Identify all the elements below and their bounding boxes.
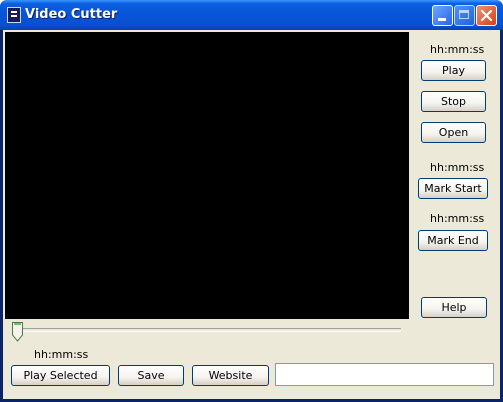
app-window: Video Cutter hh:mm:ss Play Stop Open hh:… bbox=[0, 0, 503, 402]
website-button[interactable]: Website bbox=[192, 365, 269, 386]
play-time-label: hh:mm:ss bbox=[430, 43, 485, 56]
position-time-label: hh:mm:ss bbox=[34, 348, 89, 361]
end-time-label: hh:mm:ss bbox=[430, 212, 485, 225]
video-display[interactable] bbox=[5, 32, 409, 319]
open-button[interactable]: Open bbox=[421, 122, 486, 143]
save-button[interactable]: Save bbox=[118, 365, 184, 386]
seek-thumb[interactable] bbox=[12, 322, 23, 342]
close-button[interactable] bbox=[476, 5, 497, 26]
help-button[interactable]: Help bbox=[421, 297, 487, 318]
mark-start-button[interactable]: Mark Start bbox=[418, 178, 488, 199]
start-time-label: hh:mm:ss bbox=[430, 161, 485, 174]
window-title: Video Cutter bbox=[25, 7, 118, 22]
minimize-button[interactable] bbox=[432, 5, 453, 26]
play-button[interactable]: Play bbox=[421, 60, 486, 81]
stop-button[interactable]: Stop bbox=[421, 91, 486, 112]
seek-bar[interactable] bbox=[5, 319, 409, 345]
status-field[interactable] bbox=[275, 363, 494, 386]
title-bar[interactable]: Video Cutter bbox=[0, 0, 503, 30]
app-icon bbox=[7, 7, 21, 23]
maximize-button[interactable] bbox=[454, 5, 475, 26]
client-area: hh:mm:ss Play Stop Open hh:mm:ss Mark St… bbox=[3, 30, 500, 399]
close-icon bbox=[480, 9, 493, 22]
mark-end-button[interactable]: Mark End bbox=[418, 230, 488, 251]
play-selected-button[interactable]: Play Selected bbox=[11, 365, 110, 386]
seek-track bbox=[13, 328, 401, 332]
